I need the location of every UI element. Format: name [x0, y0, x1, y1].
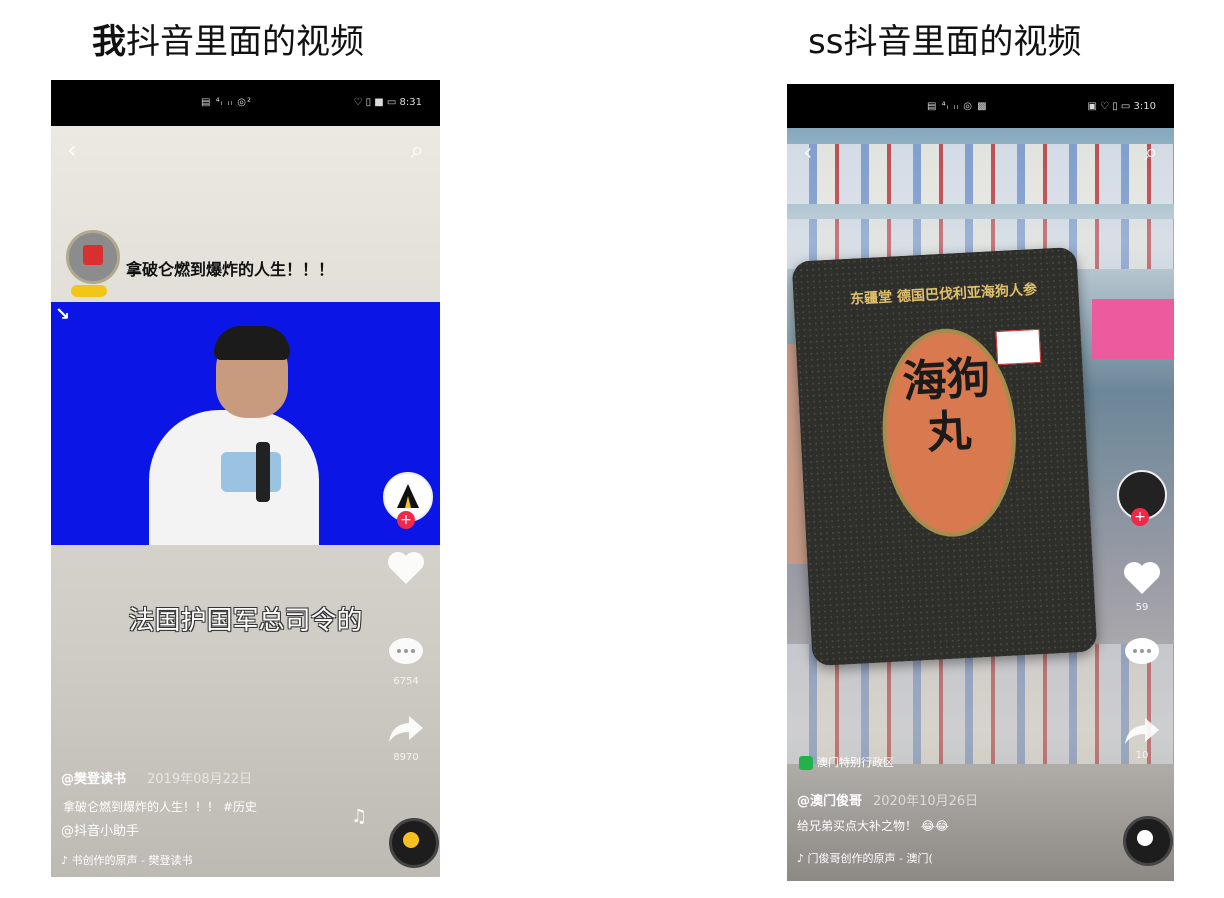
search-icon[interactable]: ⌕ [1145, 138, 1158, 166]
status-bar: ▤ ⁴ᵢ ᵢₗ ◎ ▩ ▣ ♡ ▯ ▭ 3:10 [787, 84, 1174, 128]
embedded-video-frame: ↘ [51, 302, 440, 545]
music-info[interactable]: ♪ 门俊哥创作的原声 - 澳门( [797, 850, 933, 866]
video-description: 拿破仑燃到爆炸的人生！！！ #历史 [63, 800, 257, 814]
comment-icon[interactable] [385, 636, 427, 674]
video-top-title: 拿破仑燃到爆炸的人生！！！ [126, 260, 335, 279]
product-package: 东疆堂 德国巴伐利亚海狗人参 海狗丸 [791, 246, 1098, 667]
music-disc[interactable] [389, 818, 439, 868]
share-count: 10 [1135, 750, 1149, 761]
left-heading-bold: 我 [92, 22, 126, 62]
package-name: 海狗丸 [901, 352, 992, 459]
post-date: 2020年10月26日 [873, 794, 979, 809]
status-icons-right: ▣ ♡ ▯ ▭ 3:10 [1087, 101, 1156, 112]
author-name[interactable]: @樊登读书 [61, 768, 126, 787]
right-phone-screenshot: 东疆堂 德国巴伐利亚海狗人参 海狗丸 ▤ ⁴ᵢ ᵢₗ ◎ ▩ ▣ ♡ ▯ ▭ 3… [787, 84, 1174, 881]
location-tag[interactable]: 澳门特别行政区 [799, 754, 894, 770]
status-icons-left: ▤ ⁴ᵢ ᵢₗ ◎ ▩ [927, 101, 988, 112]
share-count: 8970 [393, 752, 419, 763]
location-label: 澳门特别行政区 [817, 756, 894, 769]
back-icon[interactable]: ‹ [67, 136, 77, 164]
author-name[interactable]: @澳门俊哥 [797, 790, 862, 809]
back-icon[interactable]: ‹ [803, 138, 813, 166]
share-icon[interactable] [1121, 714, 1163, 750]
frame-logo: ↘ [55, 304, 71, 325]
right-heading: ss抖音里面的视频 [808, 22, 1082, 62]
status-bar: ▤ ⁴ᵢ ᵢₗ ◎² ♡ ▯ ■ ▭ 8:31 [51, 80, 440, 126]
pink-box [1092, 299, 1174, 359]
shelf-top [787, 144, 1174, 204]
location-pin-icon [799, 756, 813, 770]
status-icons-left: ▤ ⁴ᵢ ᵢₗ ◎² [201, 97, 252, 108]
title-avatar[interactable] [66, 230, 120, 284]
comment-count: 6754 [393, 676, 419, 687]
left-heading-text: 抖音里面的视频 [126, 22, 364, 62]
left-heading: 我抖音里面的视频 [92, 14, 364, 63]
music-info[interactable]: ♪ 书创作的原声 - 樊登读书 [61, 852, 192, 868]
follow-button[interactable]: + [1131, 508, 1149, 526]
music-disc[interactable] [1123, 816, 1173, 866]
video-description: 给兄弟买点大补之物！ 😂😂 [797, 819, 949, 833]
video-caption: 法国护国军总司令的 [128, 606, 363, 636]
live-badge [71, 285, 107, 297]
like-count: 59 [1135, 602, 1149, 613]
follow-button[interactable]: + [397, 511, 415, 529]
heart-icon[interactable] [1119, 560, 1165, 600]
post-date: 2019年08月22日 [147, 772, 253, 787]
status-icons-right: ♡ ▯ ■ ▭ 8:31 [353, 97, 422, 108]
package-top-text: 东疆堂 德国巴伐利亚海狗人参 [849, 281, 1038, 308]
comment-icon[interactable] [1121, 636, 1163, 674]
mention[interactable]: @抖音小助手 [61, 820, 139, 839]
price-tag [995, 328, 1042, 366]
person-hair [214, 326, 290, 360]
search-icon[interactable]: ⌕ [411, 136, 424, 164]
music-note-icon: ♫ [351, 806, 368, 827]
red-envelope-icon [83, 245, 103, 265]
heart-icon[interactable] [383, 550, 429, 590]
shirt-logo [221, 452, 281, 492]
microphone [256, 442, 270, 502]
left-phone-screenshot: ▤ ⁴ᵢ ᵢₗ ◎² ♡ ▯ ■ ▭ 8:31 ‹ ⌕ 拿破仑燃到爆炸的人生！！… [51, 80, 440, 877]
share-icon[interactable] [385, 712, 427, 748]
